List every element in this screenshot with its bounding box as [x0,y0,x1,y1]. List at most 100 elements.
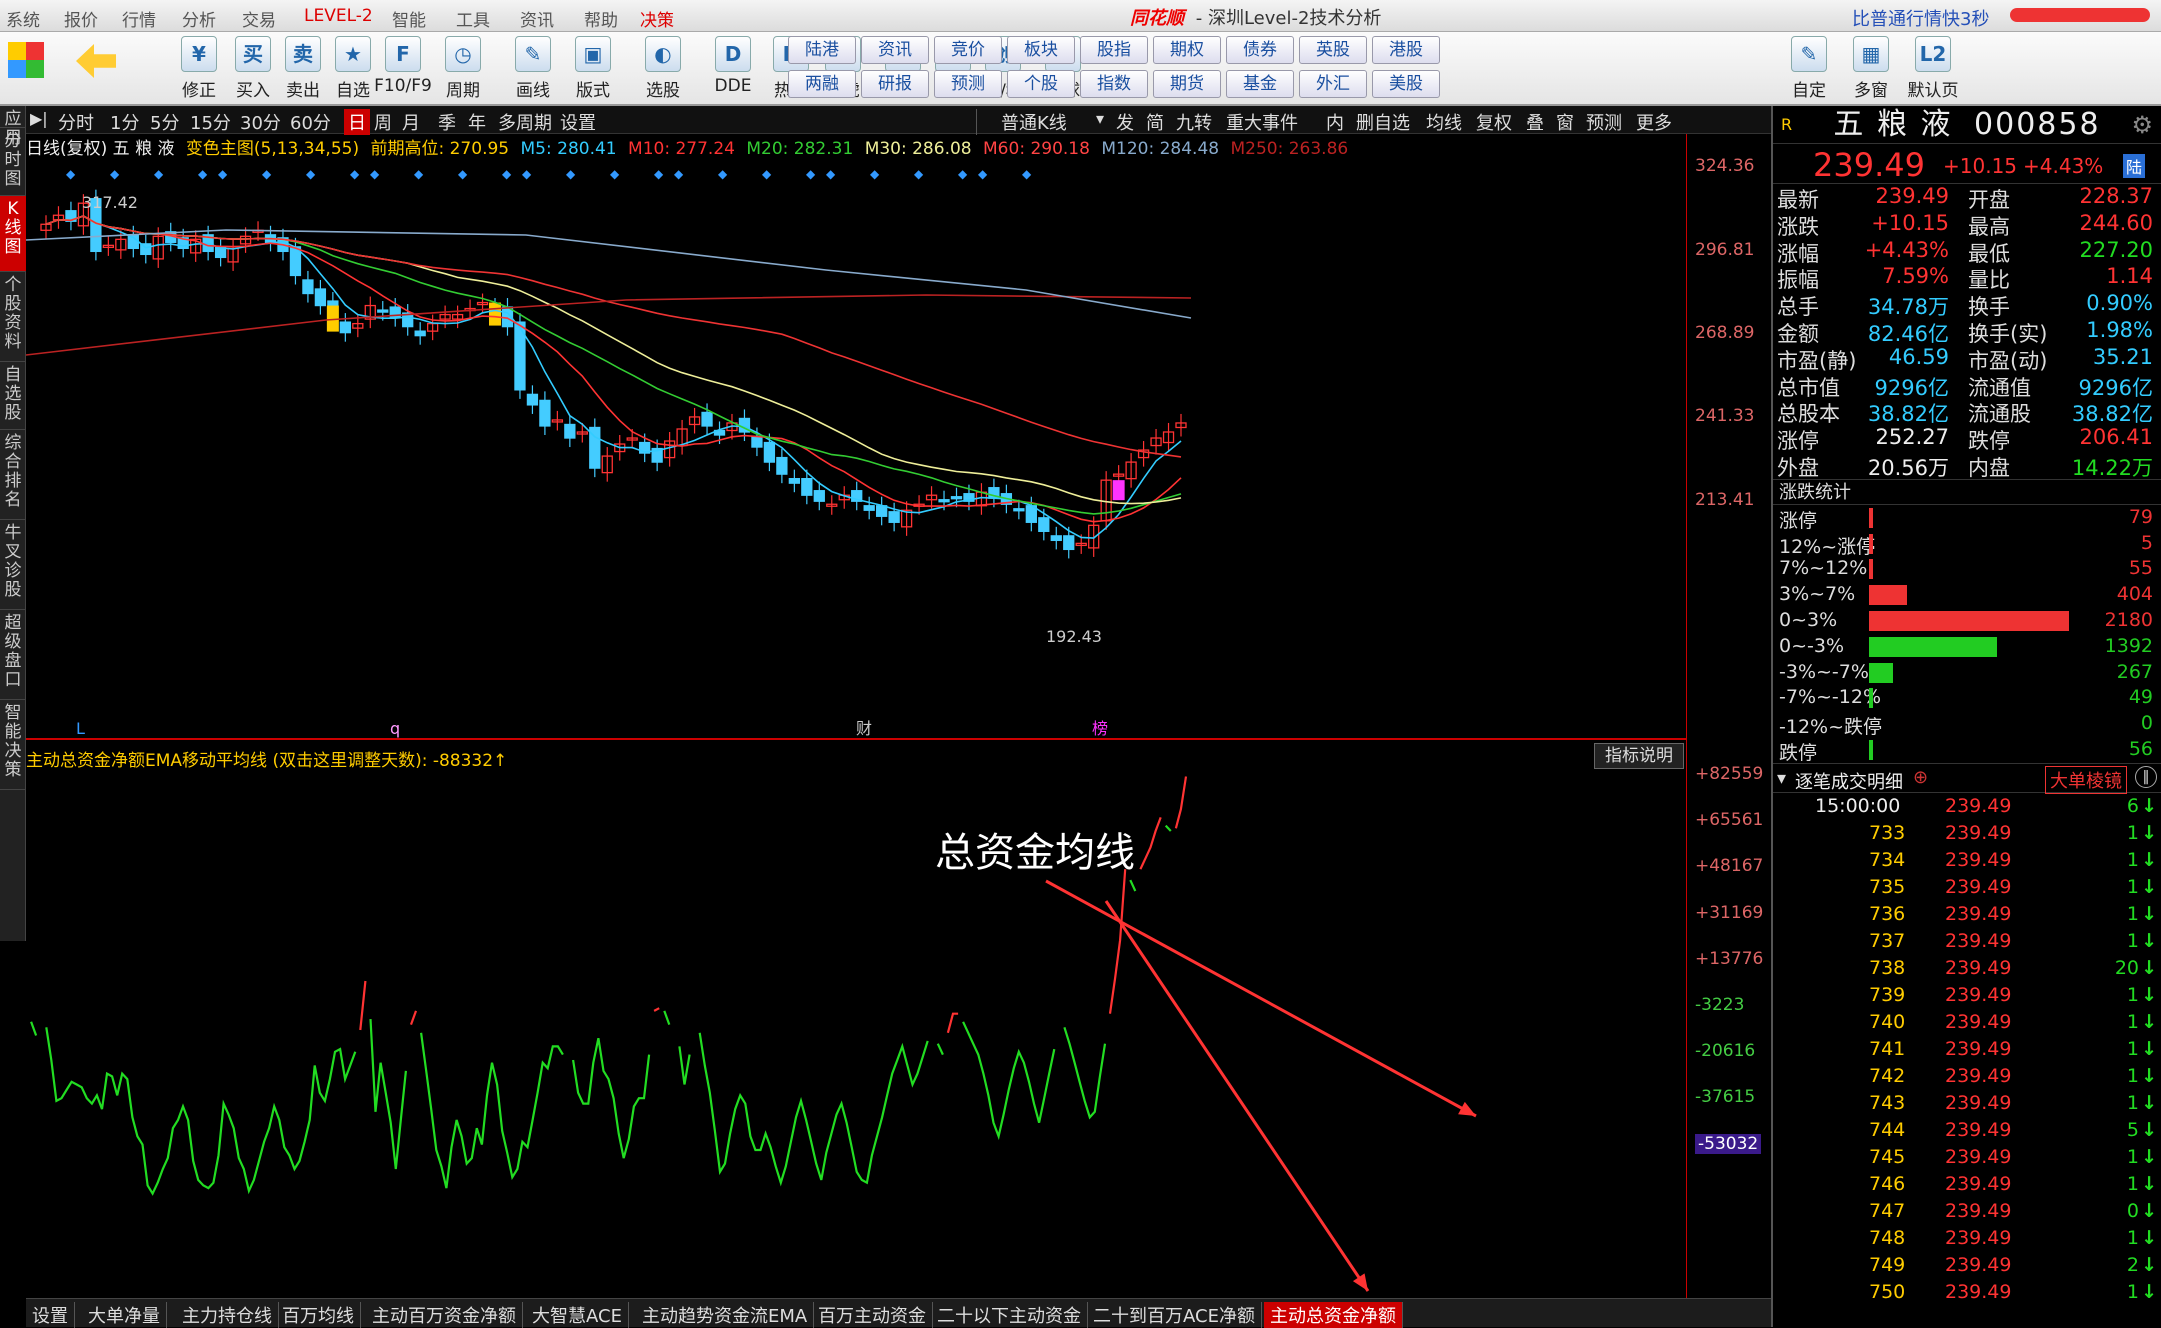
settings-circle-icon[interactable]: ⊕ [1913,767,1928,788]
grid-top-7[interactable]: 英股 [1299,36,1367,64]
kline-type-chevron-icon[interactable]: ▾ [1096,109,1104,128]
grid-bottom-0[interactable]: 两融 [788,70,856,98]
menu-item-6[interactable]: 智能 [392,6,426,31]
back-arrow-icon[interactable] [76,44,116,78]
indicator-tab-9[interactable]: 二十到百万ACE净额 [1087,1302,1262,1328]
period-right-10[interactable]: 预测 [1586,109,1622,135]
period-right-7[interactable]: 复权 [1476,109,1512,135]
grid-top-8[interactable]: 港股 [1372,36,1440,64]
toolbar-button-9[interactable]: D DDE [704,36,762,102]
grid-top-2[interactable]: 竞价 [934,36,1002,64]
grid-bottom-6[interactable]: 基金 [1226,70,1294,98]
grid-top-5[interactable]: 期权 [1153,36,1221,64]
grid-top-0[interactable]: 陆港 [788,36,856,64]
period-right-3[interactable]: 重大事件 [1226,109,1298,135]
home-grid-icon[interactable] [8,42,44,78]
indicator-explain-button[interactable]: 指标说明 [1594,743,1684,769]
left-nav-item-0[interactable]: 应用 [0,106,26,148]
indicator-tab-4[interactable]: 主动百万资金净额 [366,1302,523,1328]
grid-bottom-2[interactable]: 预测 [934,70,1002,98]
gear-icon[interactable]: ⚙ [2131,106,2155,144]
left-nav-item-2[interactable]: K线图 [0,196,26,272]
left-nav-item-4[interactable]: 自选股 [0,362,26,430]
period-6[interactable]: 日 [344,109,370,135]
play-icon[interactable]: ▶| [30,109,48,128]
menu-item-2[interactable]: 行情 [122,6,156,31]
period-right-11[interactable]: 更多 [1636,109,1672,135]
indicator-tab-1[interactable]: 大单净量 [82,1302,167,1328]
period-right-5[interactable]: 删自选 [1356,109,1410,135]
left-nav-item-8[interactable]: 智能决策 [0,700,26,790]
grid-top-6[interactable]: 债券 [1226,36,1294,64]
left-nav-item-7[interactable]: 超级盘口 [0,610,26,700]
grid-top-1[interactable]: 资讯 [861,36,929,64]
grid-top-4[interactable]: 股指 [1080,36,1148,64]
grid-top-3[interactable]: 板块 [1007,36,1075,64]
indicator-title[interactable]: 主动总资金净额EMA移动平均线 (双击这里调整天数): -88332↑ [26,746,507,771]
period-right-9[interactable]: 窗 [1556,109,1574,135]
left-nav-item-1[interactable]: 分时图 [0,128,26,196]
menu-item-9[interactable]: 帮助 [584,6,618,31]
toolbar-button-8[interactable]: ◐ 选股 [634,36,692,102]
period-right-8[interactable]: 叠 [1526,109,1544,135]
menu-item-7[interactable]: 工具 [456,6,490,31]
prism-button[interactable]: 大单棱镜 [2045,765,2127,794]
indicator-tab-2[interactable]: 主力持仓线 [176,1302,279,1328]
menu-item-1[interactable]: 报价 [64,6,98,31]
grid-bottom-3[interactable]: 个股 [1007,70,1075,98]
period-right-6[interactable]: 均线 [1426,109,1462,135]
grid-bottom-4[interactable]: 指数 [1080,70,1148,98]
left-nav-item-5[interactable]: 综合排名 [0,430,26,520]
period-3[interactable]: 15分 [190,109,231,135]
indicator-tab-0[interactable]: 设置 [26,1302,75,1328]
grid-bottom-5[interactable]: 期货 [1153,70,1221,98]
indicator-tab-7[interactable]: 百万主动资金 [812,1302,933,1328]
menu-item-0[interactable]: 系统 [6,6,40,31]
indicator-tab-10[interactable]: 主动总资金净额 [1264,1302,1403,1328]
main-indicator[interactable]: 变色主图(5,13,34,55) [186,139,359,159]
period-0[interactable]: 分时 [58,109,94,135]
speed-banner[interactable]: 比普通行情快3秒 [1852,5,1989,31]
period-9[interactable]: 季 [438,109,456,135]
period-right-2[interactable]: 九转 [1176,109,1212,135]
toolbar-button-4[interactable]: F F10/F9 [374,36,432,102]
right-toolbar-button-0[interactable]: ✎ 自定 [1780,36,1838,102]
menu-item-10[interactable]: 决策 [640,6,674,31]
toolbar-button-7[interactable]: ▣ 版式 [564,36,622,102]
menu-item-5[interactable]: LEVEL-2 [304,6,373,26]
kline-type-select[interactable]: 普通K线 [976,109,1067,135]
indicator-chart[interactable] [26,770,1686,1300]
trades-title[interactable]: 逐笔成交明细 [1795,768,1903,794]
toolbar-button-6[interactable]: ✎ 画线 [504,36,562,102]
menu-item-4[interactable]: 交易 [242,6,276,31]
left-nav-item-3[interactable]: 个股资料 [0,272,26,362]
toolbar-button-0[interactable]: ¥ 修正 [170,36,228,102]
period-11[interactable]: 多周期 [498,109,552,135]
pause-icon[interactable]: ‖ [2135,765,2157,788]
period-right-4[interactable]: 内 [1326,109,1344,135]
menu-item-8[interactable]: 资讯 [520,6,554,31]
right-toolbar-button-1[interactable]: ▦ 多窗 [1842,36,1900,102]
period-7[interactable]: 周 [374,109,392,135]
period-8[interactable]: 月 [402,109,420,135]
chevron-down-icon[interactable]: ▾ [1777,768,1786,789]
period-10[interactable]: 年 [468,109,486,135]
right-toolbar-button-2[interactable]: L2 默认页 [1904,36,1962,102]
period-12[interactable]: 设置 [560,109,596,135]
grid-bottom-1[interactable]: 研报 [861,70,929,98]
indicator-tab-5[interactable]: 大智慧ACE [526,1302,629,1328]
kline-chart[interactable]: ◆ ◆ ◆ ◆ ◆ ◆ ◆ ◆ ◆ ◆ ◆ ◆ ◆ ◆ ◆ ◆ ◆ ◆ ◆ ◆ ◆ ◆ ◆ ◆ ◆ ◆ 317.42 192.43 L q… [26,160,1686,740]
grid-bottom-8[interactable]: 美股 [1372,70,1440,98]
period-5[interactable]: 60分 [290,109,331,135]
period-right-0[interactable]: 发 [1116,109,1134,135]
period-2[interactable]: 5分 [150,109,179,135]
toolbar-button-5[interactable]: ◷ 周期 [434,36,492,102]
period-right-1[interactable]: 简 [1146,109,1164,135]
period-1[interactable]: 1分 [110,109,139,135]
indicator-tab-3[interactable]: 百万均线 [276,1302,361,1328]
menu-item-3[interactable]: 分析 [182,6,216,31]
indicator-tab-6[interactable]: 主动趋势资金流EMA [636,1302,815,1328]
left-nav-item-6[interactable]: 牛叉诊股 [0,520,26,610]
period-4[interactable]: 30分 [240,109,281,135]
indicator-tab-8[interactable]: 二十以下主动资金 [931,1302,1088,1328]
